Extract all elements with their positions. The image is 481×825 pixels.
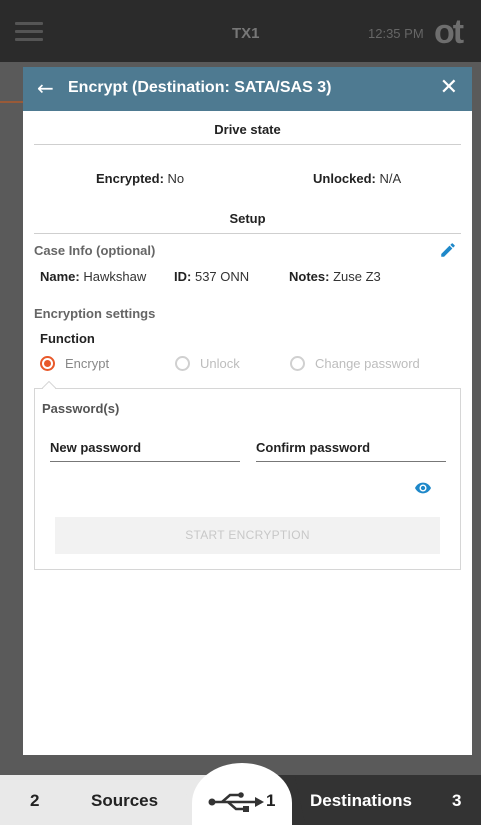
drive-state-heading: Drive state <box>214 122 281 137</box>
radio-unlock[interactable]: Unlock <box>175 356 240 371</box>
passwords-heading: Password(s) <box>42 401 120 416</box>
radio-unlock-label: Unlock <box>200 356 240 371</box>
notes-label: Notes: <box>289 269 330 284</box>
sources-label[interactable]: Sources <box>91 791 158 811</box>
destinations-count: 3 <box>452 791 462 810</box>
case-info-label: Case Info (optional) <box>34 243 156 258</box>
name-value: Hawkshaw <box>83 269 147 284</box>
notes-value: Zuse Z3 <box>333 269 381 284</box>
show-password-eye-icon[interactable] <box>415 482 431 494</box>
usb-icon <box>208 792 264 812</box>
unlocked-label: Unlocked: <box>313 171 376 186</box>
device-name: TX1 <box>232 25 260 42</box>
confirm-password-field[interactable]: Confirm password <box>256 440 370 455</box>
encrypted-value: No <box>167 171 185 186</box>
unlocked-status: Unlocked: N/A <box>313 171 401 186</box>
top-bar: TX1 12:35 PM ot <box>0 0 481 62</box>
id-label: ID: <box>174 269 192 284</box>
panel-border <box>55 388 461 389</box>
case-id: ID: 537 ONN <box>174 269 249 284</box>
new-password-field[interactable]: New password <box>50 440 141 455</box>
radio-encrypt[interactable]: Encrypt <box>40 356 109 371</box>
setup-heading: Setup <box>229 211 266 226</box>
dialog-title: Encrypt (Destination: SATA/SAS 3) <box>68 79 332 96</box>
clock: 12:35 PM <box>368 26 424 41</box>
encrypted-status: Encrypted: No <box>96 171 184 186</box>
radio-unselected-icon <box>290 356 305 371</box>
case-name: Name: Hawkshaw <box>40 269 146 284</box>
function-label: Function <box>40 331 95 346</box>
bottom-bar: 2 Sources 1 Destinations 3 <box>0 763 481 825</box>
case-notes: Notes: Zuse Z3 <box>289 269 381 284</box>
encryption-settings-label: Encryption settings <box>34 306 156 321</box>
name-label: Name: <box>40 269 80 284</box>
id-value: 537 ONN <box>194 269 250 284</box>
tab-indicator <box>0 101 24 103</box>
radio-change-password-label: Change password <box>315 356 420 371</box>
sources-count: 2 <box>30 791 40 810</box>
brand-logo: ot <box>434 13 464 51</box>
destinations-label[interactable]: Destinations <box>310 791 412 811</box>
divider <box>34 233 461 234</box>
edit-pencil-icon[interactable] <box>439 241 457 259</box>
radio-unselected-icon <box>175 356 190 371</box>
hub-count: 1 <box>266 791 276 810</box>
dialog-header: ← Encrypt (Destination: SATA/SAS 3) ✕ <box>23 67 472 111</box>
encrypted-label: Encrypted: <box>96 171 164 186</box>
close-icon[interactable]: ✕ <box>440 76 458 100</box>
encrypt-dialog: ← Encrypt (Destination: SATA/SAS 3) ✕ Dr… <box>23 67 472 755</box>
unlocked-value: N/A <box>379 171 402 186</box>
radio-selected-icon <box>40 356 55 371</box>
start-encryption-button[interactable]: START ENCRYPTION <box>55 517 440 554</box>
radio-change-password[interactable]: Change password <box>290 356 420 371</box>
back-arrow-icon[interactable]: ← <box>37 78 54 98</box>
new-password-underline <box>50 461 240 462</box>
panel-pointer-icon <box>42 381 56 389</box>
divider <box>34 144 461 145</box>
radio-encrypt-label: Encrypt <box>65 356 110 371</box>
menu-icon[interactable] <box>15 22 43 42</box>
confirm-password-underline <box>256 461 446 462</box>
